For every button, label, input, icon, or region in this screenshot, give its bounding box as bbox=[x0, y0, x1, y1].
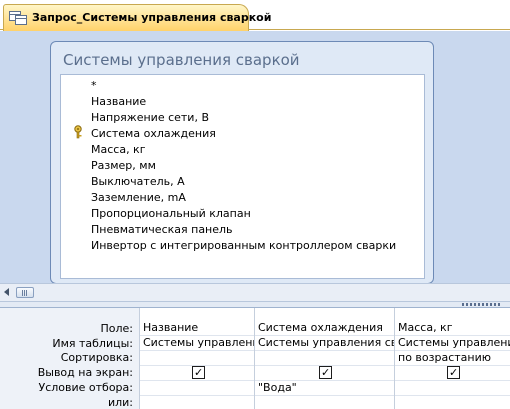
field-list-item[interactable]: Выключатель, А bbox=[91, 175, 185, 188]
field-list-item[interactable]: Система охлаждения bbox=[91, 127, 216, 140]
grid-show-cell[interactable] bbox=[395, 365, 510, 381]
show-checkbox[interactable] bbox=[447, 365, 460, 380]
show-checkbox[interactable] bbox=[319, 365, 332, 380]
field-list-item[interactable]: Заземление, mA bbox=[91, 191, 186, 204]
show-checkbox[interactable] bbox=[192, 365, 205, 380]
grid-column-2[interactable]: Система охлаждения Системы управления св… bbox=[255, 308, 395, 409]
grid-criteria-cell[interactable]: "Вода" bbox=[255, 380, 394, 396]
grid-or-cell[interactable] bbox=[255, 395, 394, 409]
query-tab-label: Запрос_Системы управления сваркой bbox=[32, 11, 272, 24]
field-list-item[interactable]: Пропорциональный клапан bbox=[91, 207, 251, 220]
field-list-item[interactable]: Название bbox=[91, 95, 146, 108]
grid-column-3[interactable]: Масса, кг Системы управления по возраста… bbox=[395, 308, 510, 409]
design-horizontal-scrollbar[interactable] bbox=[0, 283, 510, 301]
grid-table-cell[interactable]: Системы управления свар bbox=[255, 335, 394, 351]
grid-sort-cell[interactable] bbox=[255, 350, 394, 366]
query-icon bbox=[9, 11, 27, 25]
field-list-item[interactable]: Размер, мм bbox=[91, 159, 156, 172]
grid-or-cell[interactable] bbox=[140, 395, 254, 409]
field-all-asterisk[interactable]: * bbox=[91, 79, 97, 92]
scrollbar-thumb[interactable] bbox=[16, 287, 34, 298]
field-list-item[interactable]: Пневматическая панель bbox=[91, 223, 233, 236]
grid-show-cell[interactable] bbox=[140, 365, 254, 381]
row-label-sort: Сортировка: bbox=[60, 351, 133, 364]
grid-criteria-cell[interactable] bbox=[395, 380, 510, 396]
document-tab-bar: Запрос_Системы управления сваркой bbox=[0, 0, 510, 31]
row-label-criteria: Условие отбора: bbox=[38, 381, 134, 394]
grid-column-1[interactable]: Название Системы управления bbox=[140, 308, 255, 409]
field-list-body[interactable]: * Название Напряжение сети, В Система охлаж… bbox=[60, 74, 425, 279]
grid-sort-cell[interactable] bbox=[140, 350, 254, 366]
query-design-grid: Поле: Имя таблицы: Сортировка: Вывод на … bbox=[0, 308, 510, 409]
grid-show-cell[interactable] bbox=[255, 365, 394, 381]
row-label-field: Поле: bbox=[100, 322, 133, 335]
grid-sort-cell[interactable]: по возрастанию bbox=[395, 350, 510, 366]
row-label-show: Вывод на экран: bbox=[37, 366, 133, 379]
table-field-list[interactable]: Системы управления сваркой * Название Напр… bbox=[50, 41, 434, 284]
field-list-item[interactable]: Масса, кг bbox=[91, 143, 145, 156]
pane-splitter[interactable] bbox=[0, 301, 510, 308]
grid-field-cell[interactable]: Масса, кг bbox=[395, 320, 510, 336]
query-tab[interactable]: Запрос_Системы управления сваркой bbox=[3, 4, 271, 31]
field-list-item[interactable]: Инвертор с интегрированным контроллером … bbox=[91, 239, 396, 252]
grid-table-cell[interactable]: Системы управления bbox=[395, 335, 510, 351]
primary-key-icon bbox=[74, 125, 82, 139]
grid-field-cell[interactable]: Система охлаждения bbox=[255, 320, 394, 336]
grid-table-cell[interactable]: Системы управления bbox=[140, 335, 254, 351]
splitter-grip-icon[interactable] bbox=[462, 303, 502, 306]
row-label-or: или: bbox=[107, 396, 133, 409]
query-design-area[interactable]: Системы управления сваркой * Название Напр… bbox=[0, 31, 510, 284]
row-label-table: Имя таблицы: bbox=[52, 337, 133, 350]
scroll-left-arrow-icon[interactable] bbox=[4, 288, 9, 296]
grid-row-labels: Поле: Имя таблицы: Сортировка: Вывод на … bbox=[0, 308, 140, 409]
grid-field-cell[interactable]: Название bbox=[140, 320, 254, 336]
grid-or-cell[interactable] bbox=[395, 395, 510, 409]
field-list-item[interactable]: Напряжение сети, В bbox=[91, 111, 209, 124]
grid-criteria-cell[interactable] bbox=[140, 380, 254, 396]
field-list-title: Системы управления сваркой bbox=[63, 51, 300, 69]
